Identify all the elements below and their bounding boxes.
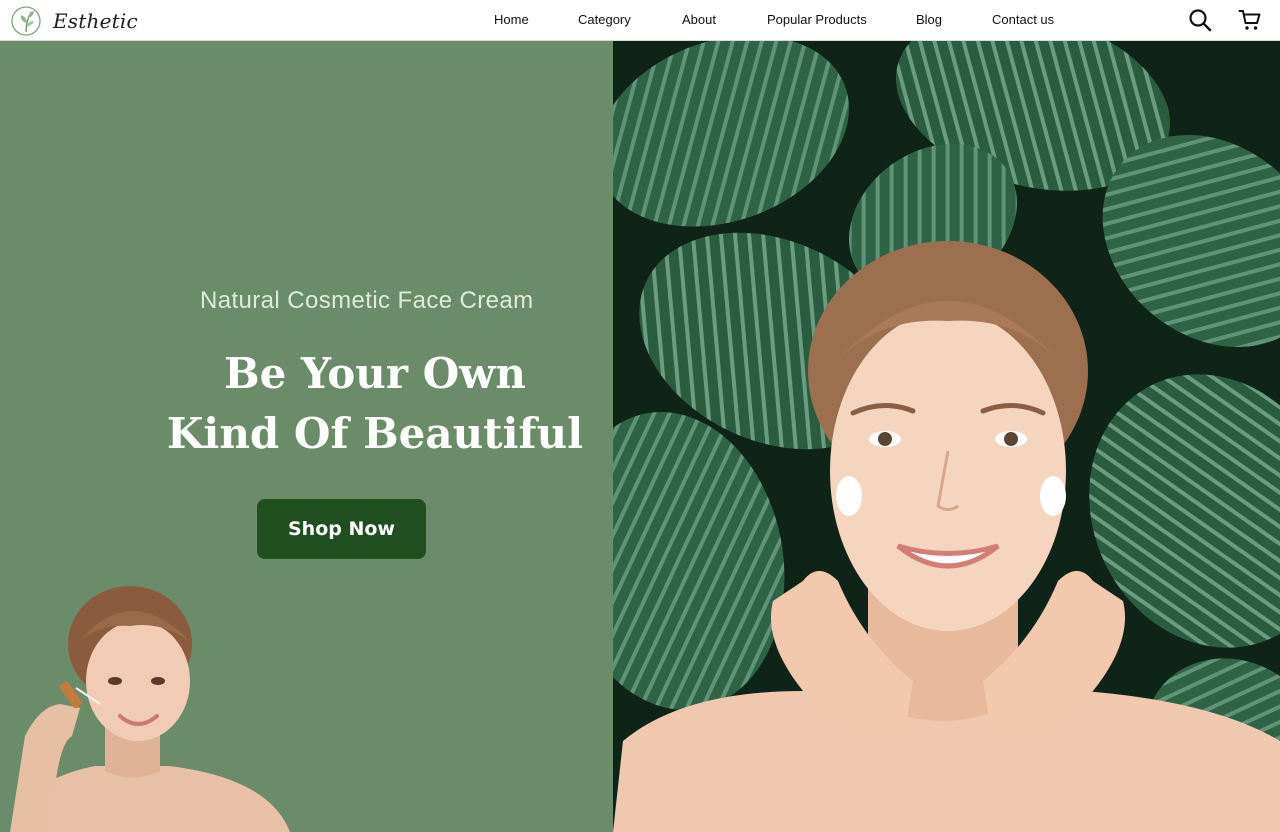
hero-image-panel <box>613 41 1280 832</box>
nav-link-popular-products[interactable]: Popular Products <box>767 12 867 27</box>
hero-headline: Be Your Own Kind Of Beautiful <box>160 344 590 464</box>
leaf-circle-icon <box>11 5 41 36</box>
nav-link-blog[interactable]: Blog <box>916 12 942 27</box>
hero-subtitle: Natural Cosmetic Face Cream <box>200 287 534 314</box>
model-applying-cream-photo <box>613 41 1280 832</box>
nav-link-category[interactable]: Category <box>578 12 631 27</box>
nav-link-contact-us[interactable]: Contact us <box>992 12 1054 27</box>
cart-icon[interactable] <box>1238 8 1262 32</box>
top-navbar: Esthetic Home Category About Popular Pro… <box>0 0 1280 41</box>
search-icon[interactable] <box>1188 8 1212 32</box>
nav-link-home[interactable]: Home <box>494 12 529 27</box>
nav-link-about[interactable]: About <box>682 12 716 27</box>
headline-line-1: Be Your Own <box>224 349 526 398</box>
brand-name: Esthetic <box>53 8 138 33</box>
headline-line-2: Kind Of Beautiful <box>166 409 584 458</box>
brand-logo[interactable]: Esthetic <box>10 4 138 37</box>
hero-text-panel: Natural Cosmetic Face Cream Be Your Own … <box>0 41 613 832</box>
hero-section: Natural Cosmetic Face Cream Be Your Own … <box>0 41 1280 832</box>
shop-now-button[interactable]: Shop Now <box>257 499 426 559</box>
model-with-serum-photo <box>10 586 290 832</box>
